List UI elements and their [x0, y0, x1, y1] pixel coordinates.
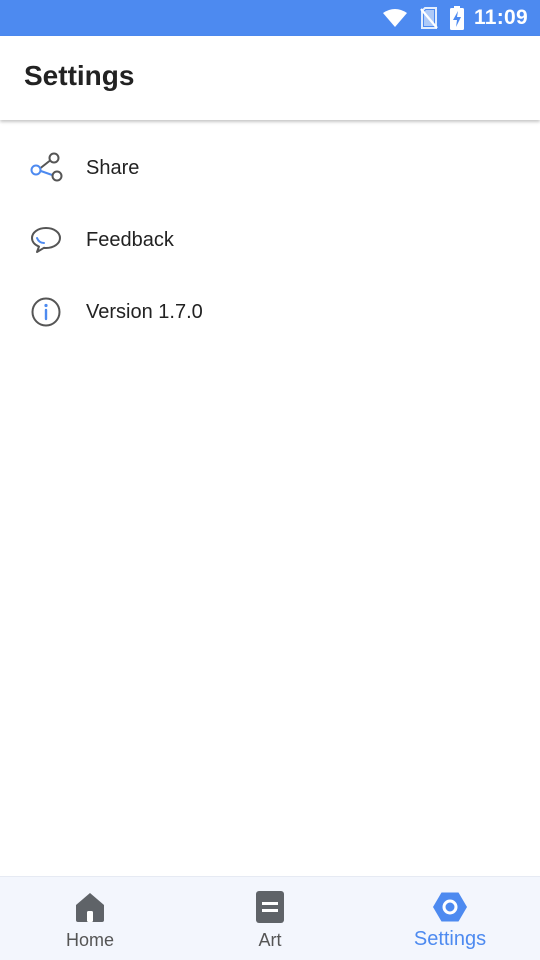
- settings-item-version[interactable]: Version 1.7.0: [0, 276, 540, 348]
- settings-icon: [432, 889, 468, 925]
- battery-charging-icon: [449, 6, 464, 30]
- feedback-icon: [28, 222, 64, 258]
- app-bar: Settings: [0, 36, 540, 120]
- nav-label: Art: [258, 930, 282, 950]
- settings-item-feedback[interactable]: Feedback: [0, 204, 540, 276]
- status-time: 11:09: [473, 6, 528, 29]
- share-icon: [28, 150, 64, 186]
- home-icon: [72, 889, 108, 925]
- settings-screen: 11:09 Settings Share Feedback Version 1.…: [0, 0, 540, 960]
- settings-item-label: Version 1.7.0: [86, 300, 203, 323]
- nav-item-settings[interactable]: Settings: [360, 877, 540, 960]
- nav-label: Settings: [413, 928, 487, 950]
- settings-item-share[interactable]: Share: [0, 132, 540, 204]
- settings-item-label: Share: [86, 156, 140, 179]
- bottom-navigation: Home Art Settings: [0, 876, 540, 960]
- settings-item-label: Feedback: [86, 228, 174, 251]
- article-icon: [252, 889, 288, 925]
- info-icon: [28, 294, 64, 330]
- no-sim-icon: [420, 7, 438, 29]
- nav-item-home[interactable]: Home: [0, 877, 180, 960]
- settings-list: Share Feedback Version 1.7.0: [0, 132, 540, 348]
- status-bar: 11:09: [0, 0, 540, 36]
- wifi-icon: [382, 8, 408, 28]
- nav-item-art[interactable]: Art: [180, 877, 360, 960]
- nav-label: Home: [65, 930, 114, 950]
- page-title: Settings: [24, 60, 135, 91]
